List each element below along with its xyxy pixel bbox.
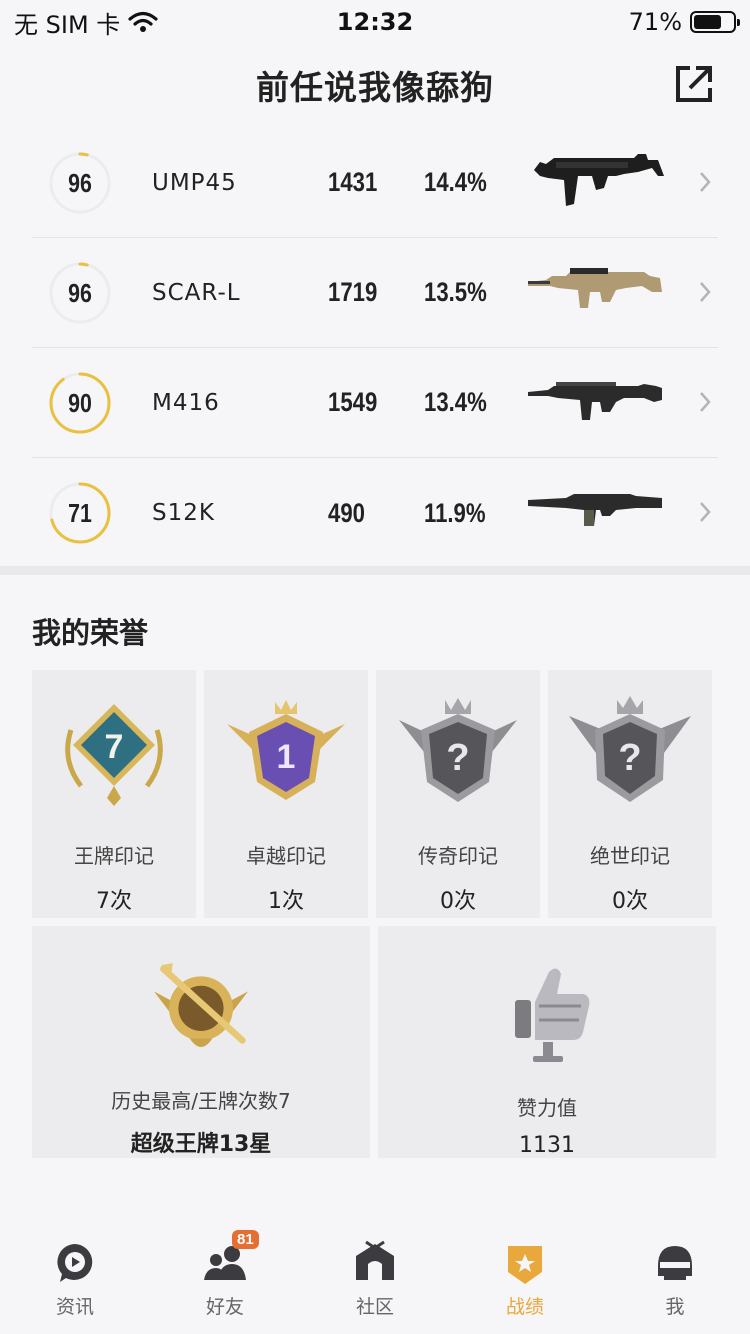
thumbs-up-trophy-icon bbox=[515, 968, 590, 1062]
tab-me[interactable]: 我 bbox=[600, 1226, 750, 1334]
chevron-right-icon bbox=[700, 282, 711, 302]
honor-count: 0次 bbox=[612, 889, 648, 914]
elite-mark-badge-icon: 1 bbox=[227, 700, 345, 800]
weapon-row[interactable]: 71 S12K 490 11.9% bbox=[32, 458, 718, 568]
chevron-right-icon bbox=[700, 392, 711, 412]
wifi-icon bbox=[128, 11, 158, 32]
honor-label: 王牌印记 bbox=[74, 844, 154, 868]
battery-fill bbox=[694, 15, 721, 29]
weapon-score: 71 bbox=[68, 497, 92, 528]
page-title: 前任说我像舔狗 bbox=[256, 68, 494, 107]
status-left: 无 SIM 卡 bbox=[14, 5, 158, 40]
weapon-name: M416 bbox=[152, 389, 220, 416]
weapon-name: S12K bbox=[152, 500, 215, 526]
battery-icon bbox=[690, 11, 740, 33]
weapon-name: UMP45 bbox=[152, 169, 237, 196]
tab-news[interactable]: 资讯 bbox=[0, 1226, 150, 1334]
carrier-text: 无 SIM 卡 bbox=[14, 10, 121, 39]
weapon-kills: 1431 bbox=[328, 167, 378, 197]
weapon-list: 96 UMP45 1431 14.4% 96 SCAR-L 1719 13.5% bbox=[0, 128, 750, 568]
history-label: 历史最高/王牌次数7 bbox=[111, 1089, 291, 1113]
play-chat-icon bbox=[57, 1244, 93, 1282]
honor-card-ace[interactable]: 7 王牌印记 7次 bbox=[32, 670, 196, 918]
honor-card-elite[interactable]: 1 卓越印记 1次 bbox=[204, 670, 368, 918]
badge-symbol: ? bbox=[446, 737, 469, 779]
tab-label: 资讯 bbox=[55, 1296, 94, 1318]
super-ace-rank-badge-icon bbox=[153, 963, 249, 1047]
badge-number: 1 bbox=[277, 738, 296, 776]
honor-marks-grid: 7 王牌印记 7次 1 卓越印记 1次 ? 传奇印记 0次 ? 绝世印记 0次 bbox=[32, 670, 714, 918]
medal-icon bbox=[508, 1246, 542, 1284]
tab-records[interactable]: 战绩 bbox=[450, 1226, 600, 1334]
honor-label: 传奇印记 bbox=[418, 844, 498, 868]
status-right: 71% bbox=[628, 8, 740, 36]
helmet-icon bbox=[658, 1246, 692, 1280]
tab-community[interactable]: 社区 bbox=[300, 1226, 450, 1334]
rifle-weapon-image bbox=[528, 382, 662, 420]
section-divider bbox=[0, 566, 750, 575]
share-icon[interactable] bbox=[672, 62, 716, 106]
weapon-kills: 1549 bbox=[328, 387, 378, 417]
status-bar: 无 SIM 卡 12:32 71% bbox=[0, 0, 750, 44]
likes-value: 1131 bbox=[519, 1133, 575, 1158]
friends-notification-badge: 81 bbox=[232, 1230, 259, 1249]
weapon-row[interactable]: 90 M416 1549 13.4% bbox=[32, 348, 718, 458]
history-value: 超级王牌13星 bbox=[130, 1132, 272, 1157]
weapon-score: 96 bbox=[68, 167, 92, 198]
weapon-rate: 14.4% bbox=[424, 167, 487, 197]
shotgun-weapon-image bbox=[528, 494, 662, 526]
weapon-row[interactable]: 96 UMP45 1431 14.4% bbox=[32, 128, 718, 238]
chevron-right-icon bbox=[700, 502, 711, 522]
weapon-rate: 13.5% bbox=[424, 277, 487, 307]
legend-mark-locked-badge-icon: ? bbox=[399, 698, 517, 802]
rifle-weapon-image bbox=[528, 268, 662, 308]
weapon-rate: 13.4% bbox=[424, 387, 487, 417]
tab-label: 我 bbox=[665, 1296, 685, 1318]
tab-friends[interactable]: 81 好友 bbox=[150, 1226, 300, 1334]
weapon-kills: 490 bbox=[328, 497, 365, 528]
battery-percent: 71% bbox=[628, 8, 682, 36]
weapon-name: SCAR-L bbox=[152, 279, 241, 306]
ace-mark-badge-icon: 7 bbox=[65, 704, 163, 806]
honor-label: 绝世印记 bbox=[590, 844, 670, 868]
weapon-score: 96 bbox=[68, 277, 92, 308]
honor-card-legend[interactable]: ? 传奇印记 0次 bbox=[376, 670, 540, 918]
page-header: 前任说我像舔狗 bbox=[0, 52, 750, 118]
peerless-mark-locked-badge-icon: ? bbox=[569, 696, 691, 802]
badge-symbol: ? bbox=[618, 737, 641, 779]
smg-weapon-image bbox=[534, 154, 664, 206]
honor-count: 7次 bbox=[96, 889, 132, 914]
community-house-icon bbox=[356, 1240, 394, 1280]
honor-summary-row: 历史最高/王牌次数7 超级王牌13星 赞力值 1131 bbox=[32, 926, 716, 1158]
honor-count: 0次 bbox=[440, 889, 476, 914]
honor-count: 1次 bbox=[268, 889, 304, 914]
weapon-rate: 11.9% bbox=[424, 497, 486, 528]
likes-label: 赞力值 bbox=[517, 1096, 577, 1120]
honor-card-likes[interactable]: 赞力值 1131 bbox=[378, 926, 716, 1158]
weapon-row[interactable]: 96 SCAR-L 1719 13.5% bbox=[32, 238, 718, 348]
honor-section-title: 我的荣誉 bbox=[32, 616, 149, 650]
honor-label: 卓越印记 bbox=[246, 844, 326, 868]
tab-label: 战绩 bbox=[505, 1296, 544, 1318]
bottom-tab-bar: 资讯 81 好友 社区 战绩 我 bbox=[0, 1226, 750, 1334]
honor-card-history[interactable]: 历史最高/王牌次数7 超级王牌13星 bbox=[32, 926, 370, 1158]
tab-label: 社区 bbox=[355, 1296, 394, 1318]
chevron-right-icon bbox=[700, 172, 711, 192]
tab-label: 好友 bbox=[205, 1296, 244, 1318]
weapon-score: 90 bbox=[68, 387, 92, 418]
badge-number: 7 bbox=[105, 728, 124, 766]
weapon-kills: 1719 bbox=[328, 277, 378, 307]
honor-card-peerless[interactable]: ? 绝世印记 0次 bbox=[548, 670, 712, 918]
